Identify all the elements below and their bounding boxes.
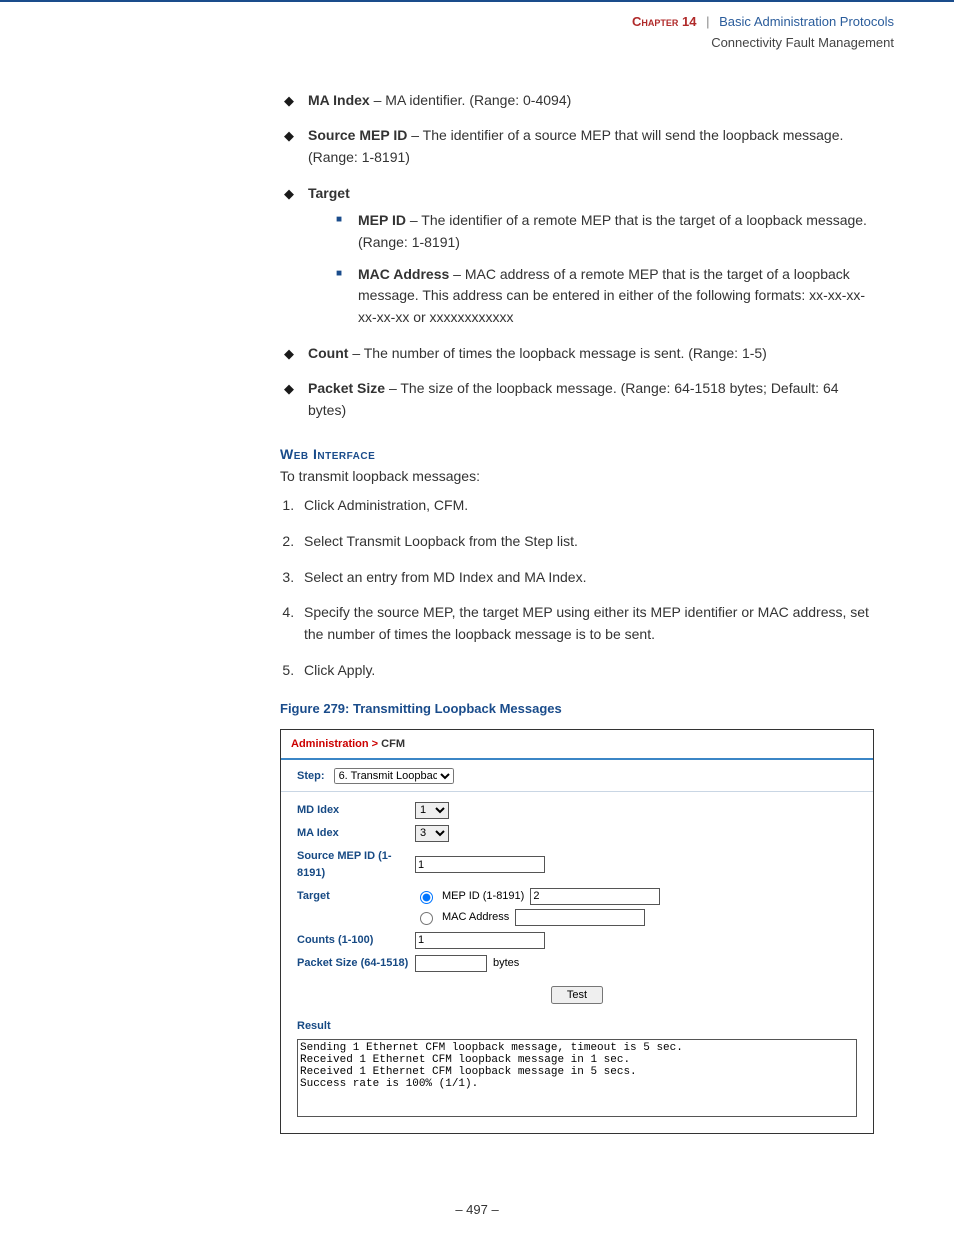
param-ma-index: MA Index – MA identifier. (Range: 0-4094… [280,90,874,112]
counts-label: Counts (1-100) [297,932,415,949]
term: MAC Address [358,266,449,282]
result-label: Result [297,1018,857,1035]
term: Packet Size [308,380,385,396]
param-source-mep-id: Source MEP ID – The identifier of a sour… [280,125,874,168]
param-count: Count – The number of times the loopback… [280,343,874,365]
target-mac-radio[interactable] [420,912,433,925]
param-target-mepid: MEP ID – The identifier of a remote MEP … [336,210,874,253]
packet-size-unit: bytes [493,955,519,972]
steps-list: Click Administration, CFM. Select Transm… [280,495,874,681]
figure-caption: Figure 279: Transmitting Loopback Messag… [280,699,874,719]
term: Count [308,345,348,361]
result-textarea[interactable] [297,1039,857,1117]
breadcrumb: Administration > CFM [281,730,873,759]
term: MEP ID [358,212,406,228]
source-mep-input[interactable] [415,856,545,873]
term: MA Index [308,92,370,108]
target-mepid-radio[interactable] [420,891,433,904]
step-row: Step: 6. Transmit Loopback [281,760,873,792]
web-interface-intro: To transmit loopback messages: [280,466,874,488]
packet-size-input[interactable] [415,955,487,972]
desc: – MA identifier. (Range: 0-4094) [370,92,572,108]
term: Source MEP ID [308,127,407,143]
page-header: Chapter 14 | Basic Administration Protoc… [0,0,954,60]
ma-index-select[interactable]: 3 [415,825,449,842]
step-select[interactable]: 6. Transmit Loopback [334,768,454,784]
page-number: – 497 – [0,1174,954,1251]
header-title: Basic Administration Protocols [719,14,894,29]
web-interface-heading: Web Interface [280,444,874,466]
source-mep-label: Source MEP ID (1-8191) [297,848,415,882]
target-mepid-radio-label: MEP ID (1-8191) [442,888,524,905]
desc: – The identifier of a remote MEP that is… [358,212,867,250]
counts-input[interactable] [415,932,545,949]
param-target-mac: MAC Address – MAC address of a remote ME… [336,264,874,329]
target-mac-input[interactable] [515,909,645,926]
target-mepid-input[interactable] [530,888,660,905]
target-label: Target [297,888,415,905]
desc: – The number of times the loopback messa… [348,345,766,361]
param-packet-size: Packet Size – The size of the loopback m… [280,378,874,421]
term: Target [308,185,350,201]
step-4: Specify the source MEP, the target MEP u… [298,602,874,645]
breadcrumb-current: CFM [378,738,405,750]
header-subtitle: Connectivity Fault Management [711,35,894,50]
target-mac-radio-label: MAC Address [442,909,509,926]
step-1: Click Administration, CFM. [298,495,874,517]
target-sublist: MEP ID – The identifier of a remote MEP … [308,210,874,328]
breadcrumb-link[interactable]: Administration > [291,738,378,750]
step-5: Click Apply. [298,660,874,682]
md-index-select[interactable]: 1 [415,802,449,819]
packet-size-label: Packet Size (64-1518) [297,955,415,972]
md-index-label: MD Idex [297,802,415,819]
param-list: MA Index – MA identifier. (Range: 0-4094… [280,90,874,422]
step-2: Select Transmit Loopback from the Step l… [298,531,874,553]
param-target: Target MEP ID – The identifier of a remo… [280,183,874,329]
screenshot-panel: Administration > CFM Step: 6. Transmit L… [280,729,874,1134]
desc: – The size of the loopback message. (Ran… [308,380,839,418]
ma-index-label: MA Idex [297,825,415,842]
step-3: Select an entry from MD Index and MA Ind… [298,567,874,589]
chapter-label: Chapter 14 [632,14,696,29]
header-separator: | [706,14,709,29]
test-button[interactable] [551,986,603,1004]
step-label: Step: [297,770,325,782]
